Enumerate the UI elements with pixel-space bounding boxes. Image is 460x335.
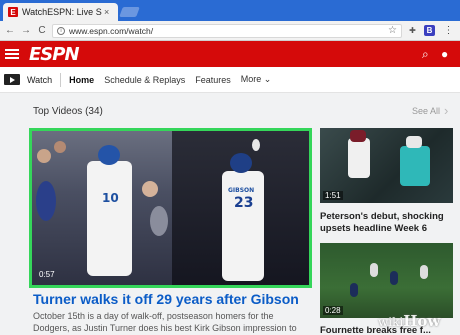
jersey-number-right: 23: [234, 195, 254, 211]
hero-image-left: 10: [32, 131, 172, 285]
subnav-item-features[interactable]: Features: [195, 75, 231, 85]
hamburger-menu-icon[interactable]: [5, 47, 19, 61]
side-video-thumbnail[interactable]: 1:51: [320, 128, 453, 203]
hero-duration: 0:57: [39, 270, 55, 279]
espn-favicon-icon: E: [8, 7, 18, 17]
watch-label[interactable]: Watch: [27, 75, 52, 85]
tab-title: WatchESPN: Live Sports: [22, 7, 102, 17]
jersey-name-right: GIBSON: [228, 187, 255, 194]
section-title: Top Videos (34): [33, 106, 103, 117]
hero-player-left: [87, 161, 132, 276]
page-info-icon[interactable]: i: [57, 27, 65, 35]
hero-video-title[interactable]: Turner walks it off 29 years after Gibso…: [33, 291, 299, 307]
side-video-duration: 0:28: [323, 306, 343, 315]
tab-close-icon[interactable]: ×: [104, 7, 109, 17]
watch-subnav: Watch Home Schedule & Replays Features M…: [0, 67, 460, 93]
espn-logo[interactable]: ESPN: [29, 44, 80, 65]
browser-tab[interactable]: E WatchESPN: Live Sports ×: [3, 3, 118, 21]
subnav-item-home[interactable]: Home: [69, 75, 94, 85]
search-icon[interactable]: ⌕: [422, 47, 429, 62]
espn-header: ESPN: [0, 41, 460, 67]
hero-video-thumbnail[interactable]: 10 GIBSON 23 0:57: [29, 128, 312, 288]
browser-toolbar: ← → C i www.espn.com/watch/ ☆: [0, 21, 460, 41]
side-video-duration: 1:51: [323, 191, 343, 200]
forward-icon[interactable]: →: [20, 25, 32, 36]
address-bar[interactable]: i www.espn.com/watch/ ☆: [52, 24, 402, 38]
reload-icon[interactable]: C: [36, 25, 48, 36]
side-video-thumbnail[interactable]: 0:28: [320, 243, 453, 318]
see-all-link[interactable]: See All: [412, 106, 440, 116]
jersey-number-left: 10: [102, 191, 119, 205]
side-video-title[interactable]: Peterson's debut, shocking upsets headli…: [320, 211, 455, 235]
back-icon[interactable]: ←: [4, 25, 16, 36]
extension-b-icon[interactable]: B: [424, 25, 435, 36]
wikihow-watermark: wikiHow: [378, 312, 441, 330]
browser-tabstrip: E WatchESPN: Live Sports ×: [0, 0, 460, 21]
bookmark-star-icon[interactable]: ☆: [388, 25, 397, 36]
watch-play-icon[interactable]: [4, 74, 20, 85]
browser-menu-icon[interactable]: ⋮: [443, 25, 454, 36]
extension-puzzle-icon[interactable]: ✚: [407, 25, 418, 36]
content-area: Top Videos (34) See All › 10 GIBSON 23 0…: [0, 93, 460, 335]
subnav-item-more[interactable]: More ⌄: [241, 74, 272, 85]
hero-image-right: GIBSON 23: [172, 131, 309, 285]
url-text: www.espn.com/watch/: [69, 26, 154, 36]
subnav-divider: [60, 72, 62, 87]
new-tab-button[interactable]: [119, 7, 140, 17]
hero-video-description: October 15th is a day of walk-off, posts…: [33, 311, 297, 333]
chevron-right-icon[interactable]: ›: [444, 103, 448, 118]
user-icon[interactable]: ●: [441, 47, 448, 61]
subnav-item-schedule[interactable]: Schedule & Replays: [104, 75, 185, 85]
